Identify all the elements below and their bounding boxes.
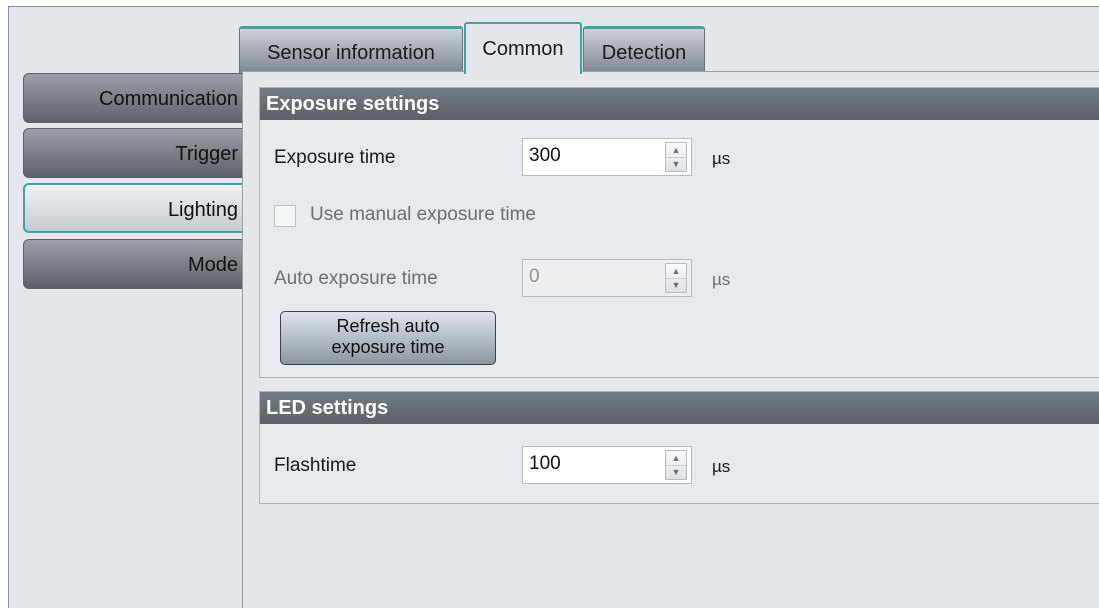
- flashtime-spin-buttons: ▲ ▼: [665, 450, 687, 480]
- auto-exposure-label: Auto exposure time: [274, 268, 438, 289]
- refresh-button-line1: Refresh auto: [336, 316, 440, 336]
- auto-exposure-row: Auto exposure time 0 ▲ ▼ µs: [260, 259, 1099, 299]
- auto-exposure-spinbox[interactable]: 0 ▲ ▼: [522, 259, 692, 297]
- tab-detection[interactable]: Detection: [583, 26, 705, 74]
- exposure-time-spin-buttons: ▲ ▼: [665, 142, 687, 172]
- tab-sensor-information[interactable]: Sensor information: [239, 26, 463, 74]
- exposure-time-spinbox[interactable]: 300 ▲ ▼: [522, 138, 692, 176]
- refresh-button-line2: exposure time: [331, 337, 445, 357]
- spin-down-icon[interactable]: ▼: [666, 278, 686, 292]
- exposure-settings-group: Exposure settings Exposure time 300 ▲ ▼ …: [259, 87, 1099, 378]
- flashtime-unit: µs: [712, 457, 731, 476]
- side-tab-lighting[interactable]: Lighting: [23, 183, 242, 233]
- auto-exposure-spin-buttons: ▲ ▼: [665, 263, 687, 293]
- auto-exposure-unit: µs: [712, 270, 731, 289]
- exposure-time-label: Exposure time: [274, 147, 396, 168]
- exposure-time-value[interactable]: 300: [529, 145, 561, 167]
- side-tab-mode[interactable]: Mode: [23, 239, 242, 289]
- flashtime-label: Flashtime: [274, 455, 357, 476]
- side-tab-trigger[interactable]: Trigger: [23, 128, 242, 178]
- lighting-content-panel: Exposure settings Exposure time 300 ▲ ▼ …: [242, 71, 1099, 608]
- spin-up-icon[interactable]: ▲: [666, 143, 686, 158]
- manual-exposure-row: Use manual exposure time: [260, 201, 1099, 241]
- flashtime-spinbox[interactable]: 100 ▲ ▼: [522, 446, 692, 484]
- manual-exposure-checkbox[interactable]: [274, 205, 296, 227]
- flashtime-row: Flashtime 100 ▲ ▼ µs: [260, 446, 1099, 486]
- spin-up-icon[interactable]: ▲: [666, 264, 686, 279]
- spin-down-icon[interactable]: ▼: [666, 157, 686, 171]
- led-settings-header: LED settings: [260, 392, 1099, 424]
- exposure-settings-header: Exposure settings: [260, 88, 1099, 120]
- spin-up-icon[interactable]: ▲: [666, 451, 686, 466]
- led-settings-group: LED settings Flashtime 100 ▲ ▼ µs: [259, 391, 1099, 504]
- manual-exposure-label[interactable]: Use manual exposure time: [310, 204, 536, 226]
- spin-down-icon[interactable]: ▼: [666, 465, 686, 479]
- settings-window: Sensor information Common Detection Comm…: [8, 6, 1099, 608]
- refresh-auto-exposure-button[interactable]: Refresh auto exposure time: [280, 311, 496, 365]
- tab-common[interactable]: Common: [464, 22, 582, 74]
- side-tab-communication[interactable]: Communication: [23, 73, 242, 123]
- exposure-time-unit: µs: [712, 149, 731, 168]
- flashtime-value[interactable]: 100: [529, 453, 561, 475]
- exposure-time-row: Exposure time 300 ▲ ▼ µs: [260, 138, 1099, 178]
- auto-exposure-value[interactable]: 0: [529, 266, 540, 288]
